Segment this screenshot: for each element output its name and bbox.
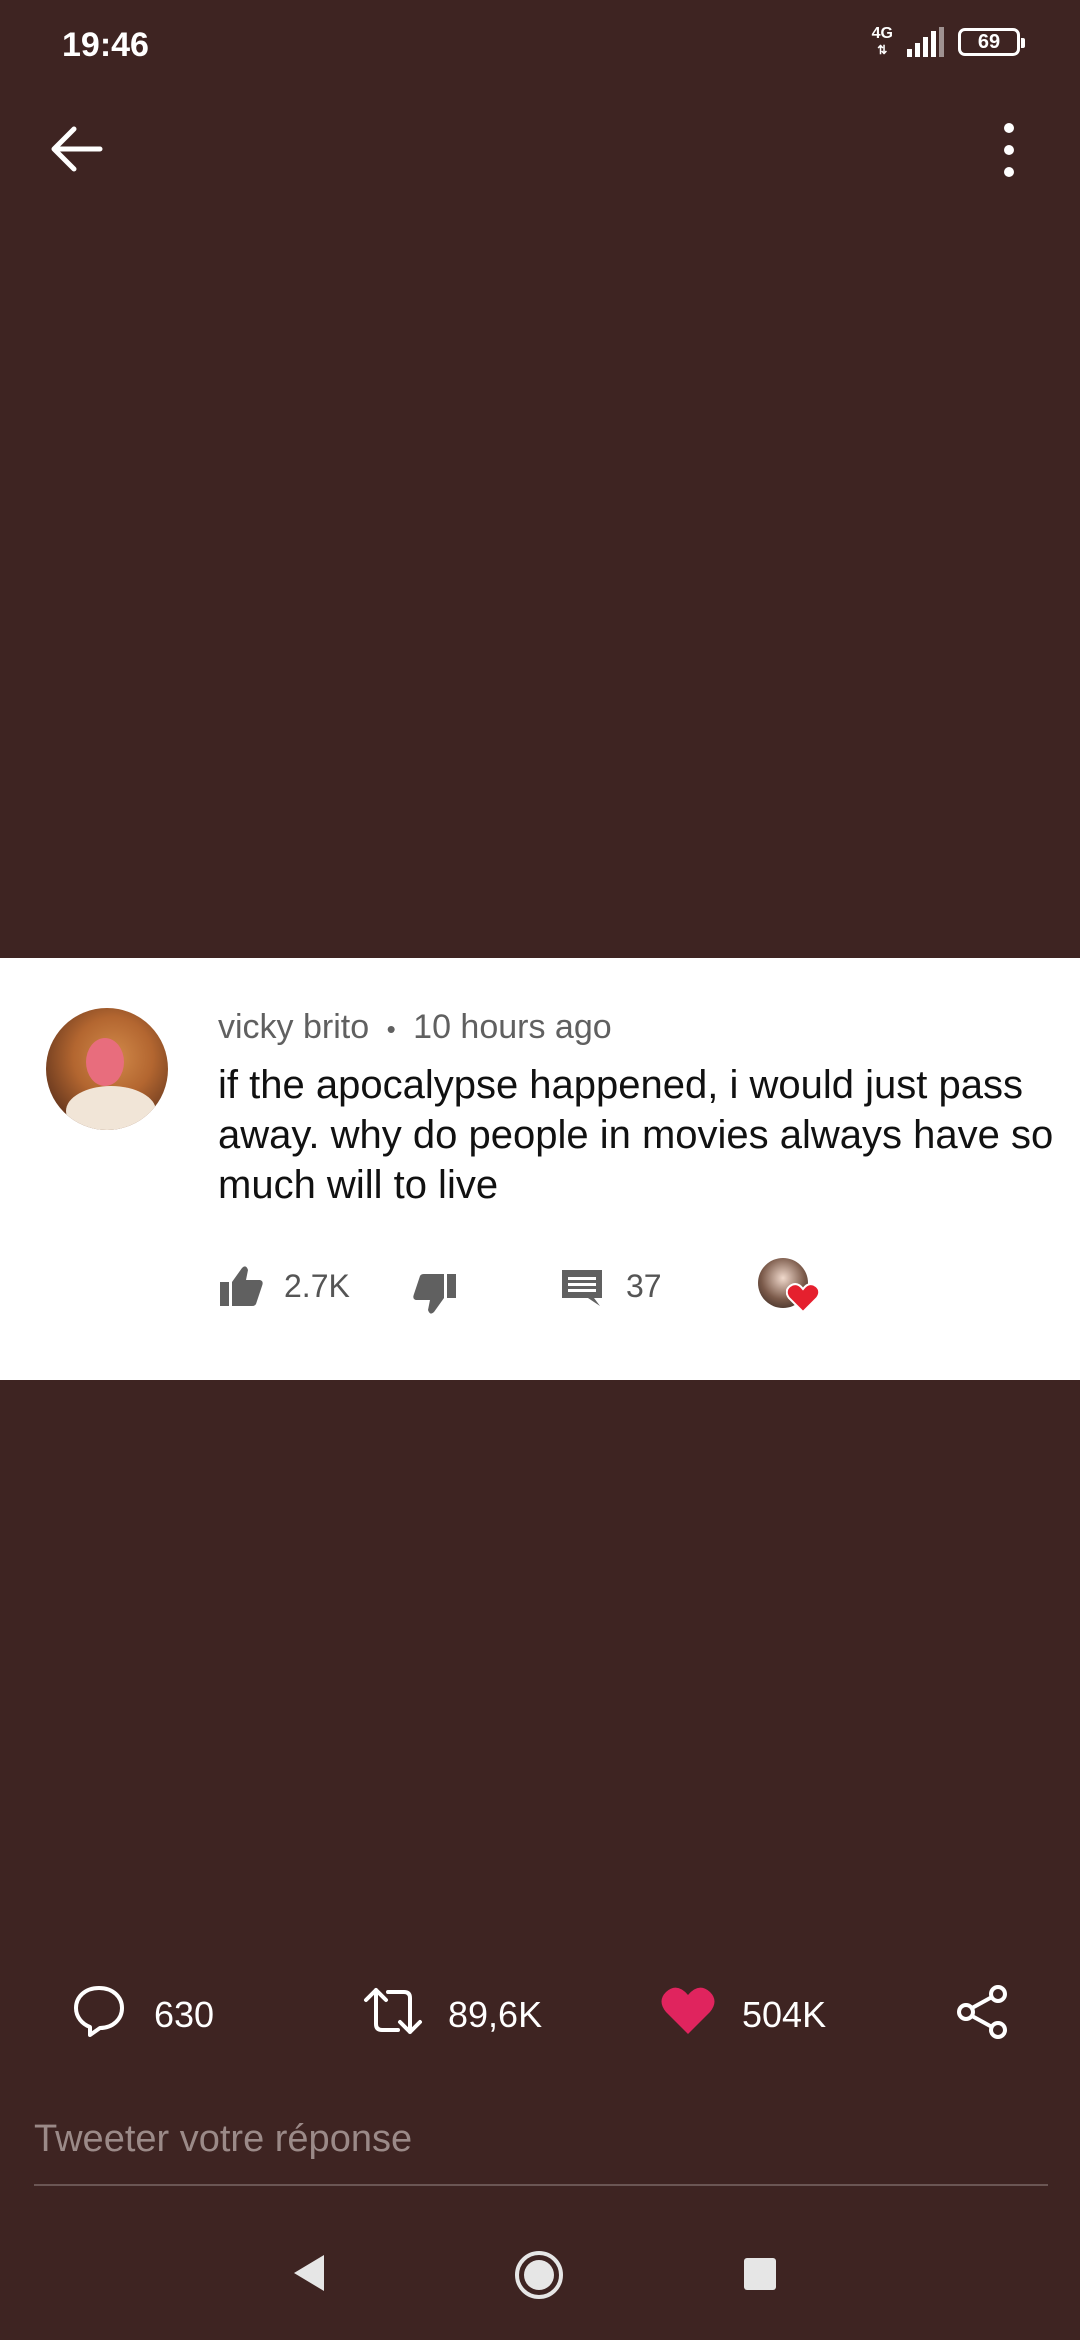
network-type: 4G ⇅ — [872, 26, 893, 58]
nav-recents-icon[interactable] — [744, 2258, 776, 2290]
reply-icon — [74, 1986, 124, 2037]
commenter-avatar — [46, 1008, 168, 1130]
back-button[interactable] — [50, 124, 104, 174]
comment-author: vicky brito — [218, 1008, 370, 1046]
battery-level: 69 — [977, 30, 1001, 53]
more-options-button[interactable] — [994, 122, 1024, 178]
data-arrows-icon: ⇅ — [877, 43, 888, 57]
like-count: 504K — [742, 1994, 827, 2035]
thumbs-down-icon — [413, 1274, 456, 1314]
reply-input[interactable]: Tweeter votre réponse — [34, 2118, 412, 2161]
retweet-count: 89,6K — [448, 1994, 543, 2035]
meta-separator: • — [386, 1014, 396, 1044]
arrow-left-icon — [51, 126, 103, 172]
tweet-media-image[interactable]: vicky brito • 10 hours ago if the apocal… — [0, 958, 1080, 1380]
signal-icon — [907, 27, 944, 57]
nav-back-icon[interactable] — [290, 2253, 326, 2293]
thumbs-up-icon — [220, 1266, 263, 1306]
network-label: 4G — [871, 25, 893, 42]
battery-icon: 69 — [958, 28, 1025, 56]
comment-text: if the apocalypse happened, i would just… — [218, 1063, 1054, 1207]
reply-count: 630 — [154, 1994, 215, 2035]
retweet-icon — [364, 1988, 422, 2034]
share-icon — [957, 1985, 1007, 2039]
nav-home-icon[interactable] — [512, 2248, 566, 2302]
comment-like-count: 2.7K — [284, 1268, 350, 1304]
comment-icon — [562, 1270, 602, 1306]
comment-actions: 2.7K 37 — [218, 1258, 858, 1318]
comment-meta: vicky brito • 10 hours ago — [218, 1008, 612, 1047]
heart-icon — [786, 1283, 820, 1314]
more-vertical-icon — [1004, 123, 1014, 177]
tweet-actions: 630 89,6K 504K — [0, 1980, 1080, 2050]
heart-filled-icon — [661, 1987, 715, 2034]
reply-divider — [34, 2184, 1048, 2186]
status-time: 19:46 — [62, 26, 149, 64]
status-indicators: 4G ⇅ 69 — [872, 26, 1025, 58]
comment-time: 10 hours ago — [413, 1008, 612, 1046]
comment-reply-count: 37 — [626, 1268, 662, 1304]
